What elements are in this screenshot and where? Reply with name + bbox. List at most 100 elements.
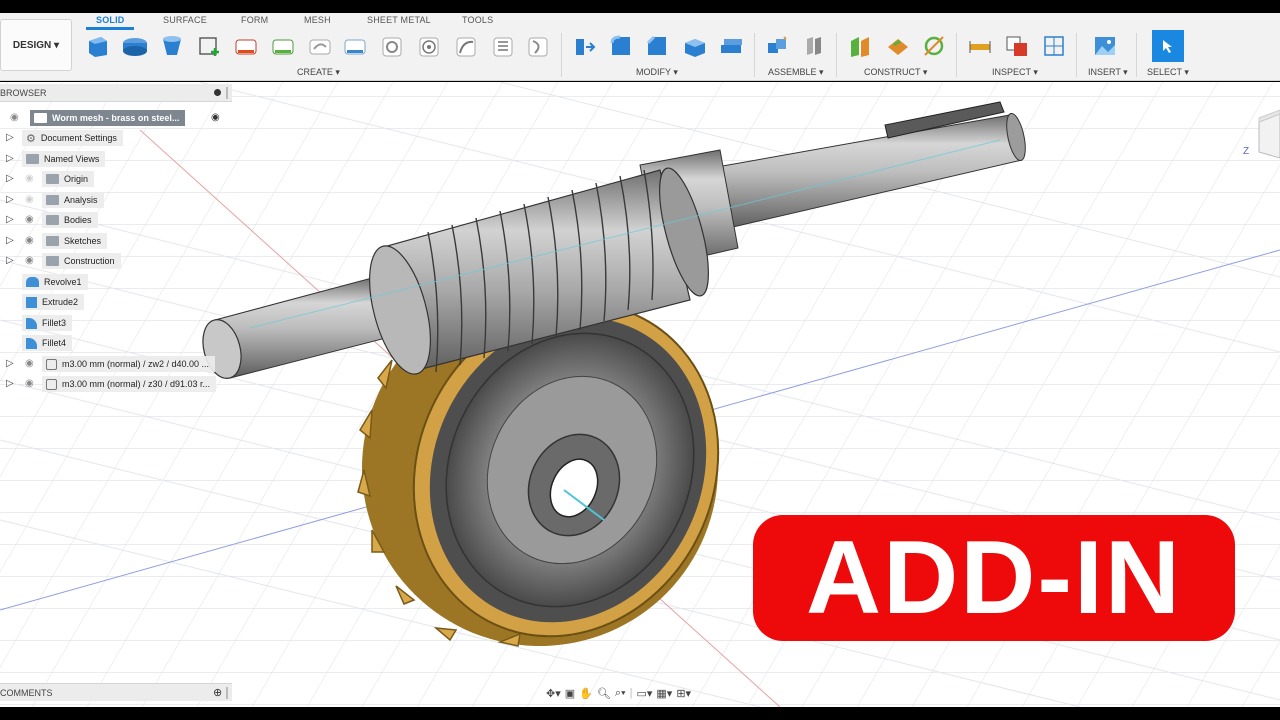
tree-chip[interactable]: Extrude2 [22, 294, 85, 310]
tab-surface[interactable]: SURFACE [163, 15, 207, 25]
viewports-icon[interactable]: ⊞▾ [676, 687, 691, 700]
new-component-assemble-icon[interactable] [762, 31, 792, 61]
create-cylinder-icon[interactable] [268, 31, 298, 61]
tree-chip[interactable]: Origin [42, 171, 95, 187]
folder-icon [46, 236, 59, 246]
create-group-label[interactable]: CREATE ▾ [297, 67, 340, 78]
select-group-label[interactable]: SELECT ▾ [1147, 67, 1189, 78]
workspace-switcher[interactable]: DESIGN ▾ [0, 19, 72, 71]
gear-icon: ⚙ [26, 132, 36, 145]
pipe-icon[interactable] [451, 31, 481, 61]
root-component[interactable]: Worm mesh - brass on steel... [30, 110, 186, 126]
interference-icon[interactable] [1002, 31, 1032, 61]
insert-group-label[interactable]: INSERT ▾ [1088, 67, 1128, 78]
expand-icon[interactable]: ▷ [6, 378, 14, 389]
create-box-icon[interactable] [231, 31, 261, 61]
revolve-icon[interactable] [157, 31, 187, 61]
tab-form[interactable]: FORM [241, 15, 268, 25]
expand-icon[interactable]: ▷ [6, 173, 14, 184]
expand-icon[interactable]: ▷ [6, 255, 14, 266]
visibility-icon[interactable]: ◉ [25, 255, 34, 266]
expand-icon[interactable]: ▷ [6, 214, 14, 225]
coil-icon[interactable] [414, 31, 444, 61]
browser-root-row[interactable]: ◉ Worm mesh - brass on steel... ◉ [0, 109, 232, 127]
select-icon[interactable] [1152, 30, 1184, 62]
grid-icon[interactable]: ▦▾ [656, 687, 672, 700]
loft-icon[interactable] [340, 31, 370, 61]
tree-chip[interactable]: Bodies [42, 212, 98, 228]
visibility-off-icon[interactable]: ◉ [25, 173, 34, 184]
fillet-icon[interactable] [606, 31, 636, 61]
expand-icon[interactable]: ▷ [6, 132, 14, 143]
visibility-icon[interactable]: ◉ [25, 358, 34, 369]
rib-icon[interactable] [377, 31, 407, 61]
expand-icon[interactable]: ▷ [6, 358, 14, 369]
plane-at-angle-icon[interactable] [882, 31, 912, 61]
component-icon [34, 113, 47, 123]
tree-chip[interactable]: Construction [42, 253, 121, 269]
tree-label: Origin [64, 174, 89, 184]
pattern-icon[interactable] [523, 31, 553, 61]
tree-chip[interactable]: Revolve1 [22, 274, 88, 290]
visibility-icon[interactable]: ◉ [25, 214, 34, 225]
insert-image-icon[interactable] [1090, 31, 1120, 61]
offset-plane-icon[interactable] [845, 31, 875, 61]
fit-zoom-icon[interactable]: ⌕▾ [615, 687, 626, 700]
new-component-icon[interactable] [83, 31, 113, 61]
joint-icon[interactable] [799, 31, 829, 61]
tree-chip[interactable]: m3.00 mm (normal) / zw2 / d40.00 ... [42, 356, 216, 372]
axis-icon[interactable] [919, 31, 949, 61]
view-cube[interactable] [1255, 108, 1280, 160]
tree-chip[interactable]: ⚙ Document Settings [22, 130, 123, 146]
badge-text: ADD-IN [806, 520, 1182, 636]
browser-collapse-icon[interactable] [214, 89, 221, 96]
look-at-icon[interactable]: ▣ [565, 687, 575, 700]
visibility-icon[interactable]: ◉ [25, 378, 34, 389]
press-pull-icon[interactable] [570, 31, 600, 61]
tree-chip[interactable]: Fillet3 [22, 315, 73, 331]
assemble-group-label[interactable]: ASSEMBLE ▾ [768, 67, 824, 78]
expand-icon[interactable]: ▷ [6, 235, 14, 246]
chamfer-icon[interactable] [642, 31, 672, 61]
toolbar-divider [836, 33, 837, 77]
tab-mesh[interactable]: MESH [304, 15, 331, 25]
combine-icon[interactable] [716, 31, 746, 61]
tree-chip[interactable]: Named Views [22, 151, 106, 167]
orbit-icon[interactable]: ✥▾ [546, 687, 561, 700]
display-settings-icon[interactable]: ▭▾ [636, 687, 652, 700]
navigation-bar: ✥▾ ▣ ✋ 🔍︎ ⌕▾ | ▭▾ ▦▾ ⊞▾ [546, 683, 758, 703]
extrude-icon[interactable] [120, 31, 150, 61]
construct-group-label[interactable]: CONSTRUCT ▾ [864, 67, 927, 78]
visibility-off-icon[interactable]: ◉ [25, 194, 34, 205]
modify-group-label[interactable]: MODIFY ▾ [636, 67, 678, 78]
visibility-icon[interactable]: ◉ [25, 235, 34, 246]
expand-icon[interactable]: ▷ [6, 153, 14, 164]
toolbar-divider [1076, 33, 1077, 77]
sweep-icon[interactable] [305, 31, 335, 61]
tree-label: m3.00 mm (normal) / z30 / d91.03 r... [62, 379, 211, 389]
inspect-group-label[interactable]: INSPECT ▾ [992, 67, 1038, 78]
activate-radio-icon[interactable]: ◉ [211, 112, 220, 123]
resize-handle[interactable] [226, 687, 228, 699]
tab-sheet-metal[interactable]: SHEET METAL [367, 15, 431, 25]
tree-chip[interactable]: Analysis [42, 192, 104, 208]
shell-icon[interactable] [679, 31, 709, 61]
comments-panel-header: COMMENTS ⊕ [0, 683, 232, 701]
add-comment-icon[interactable]: ⊕ [213, 686, 222, 699]
tab-tools[interactable]: TOOLS [462, 15, 493, 25]
tree-chip[interactable]: Fillet4 [22, 335, 73, 351]
zoom-icon[interactable]: 🔍︎ [597, 687, 611, 700]
tab-solid[interactable]: SOLID [96, 15, 125, 25]
sketch-create-icon[interactable] [194, 31, 224, 61]
resize-handle[interactable] [226, 87, 228, 99]
tree-label: Sketches [64, 236, 102, 246]
visibility-icon[interactable]: ◉ [10, 112, 19, 123]
thread-icon[interactable] [488, 31, 518, 61]
tree-chip[interactable]: Sketches [42, 233, 108, 249]
section-analysis-icon[interactable] [1039, 31, 1069, 61]
fillet-icon [26, 317, 37, 329]
expand-icon[interactable]: ▷ [6, 194, 14, 205]
measure-icon[interactable] [965, 31, 995, 61]
pan-icon[interactable]: ✋ [579, 687, 593, 700]
tree-chip[interactable]: m3.00 mm (normal) / z30 / d91.03 r... [42, 376, 217, 392]
